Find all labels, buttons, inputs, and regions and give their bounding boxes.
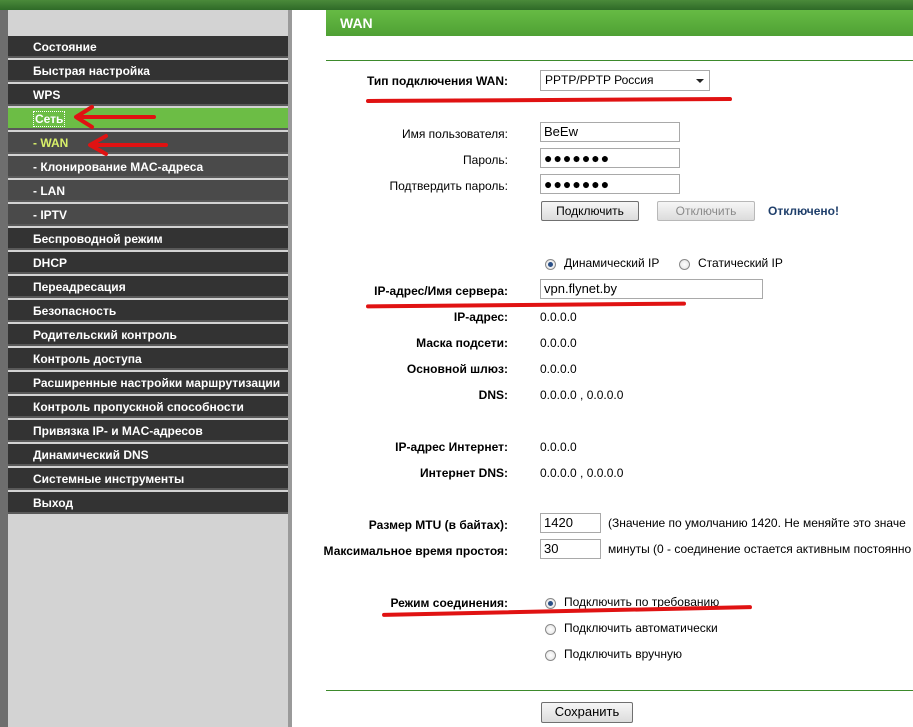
conn-type-label: Тип подключения WAN: [366,74,508,88]
sidebar-item-label: - LAN [33,184,65,198]
red-arrow-annotation-network [74,105,156,129]
sidebar-item-access-control[interactable]: Контроль доступа [8,348,288,370]
static-ip-label: Статический IP [698,256,783,270]
sidebar-item-label: Системные инструменты [33,472,185,486]
divider-bottom [326,690,913,691]
sidebar-item-system-tools[interactable]: Системные инструменты [8,468,288,490]
sidebar-item-wireless[interactable]: Беспроводной режим [8,228,288,250]
gateway-label: Основной шлюз: [406,362,508,376]
sidebar-item-label: Родительский контроль [33,328,177,342]
disconnect-button[interactable]: Отключить [657,201,755,221]
mtu-input[interactable]: 1420 [540,513,601,533]
internet-dns-value: 0.0.0.0 , 0.0.0.0 [540,466,624,480]
idle-time-input[interactable]: 30 [540,539,601,559]
sidebar-item-label: Контроль доступа [33,352,142,366]
internet-ip-label: IP-адрес Интернет: [395,440,508,454]
sidebar-item-parental-control[interactable]: Родительский контроль [8,324,288,346]
sidebar-item-security[interactable]: Безопасность [8,300,288,322]
chevron-down-icon [696,79,704,83]
page-title: WAN [326,10,913,36]
server-label: IP-адрес/Имя сервера: [374,284,508,298]
internet-ip-value: 0.0.0.0 [540,440,577,454]
sidebar-item-status[interactable]: Состояние [8,36,288,58]
confirm-password-input[interactable]: ●●●●●●● [540,174,680,194]
idle-time-label: Максимальное время простоя: [323,544,508,558]
sidebar-item-logout[interactable]: Выход [8,492,288,514]
password-input[interactable]: ●●●●●●● [540,148,680,168]
sidebar-item-quick-setup[interactable]: Быстрая настройка [8,60,288,82]
sidebar-item-label: Безопасность [33,304,117,318]
subnet-mask-label: Маска подсети: [416,336,508,350]
mode-auto-label: Подключить автоматически [564,621,718,635]
subnet-mask-value: 0.0.0.0 [540,336,577,350]
username-label: Имя пользователя: [401,127,508,141]
sidebar-item-iptv[interactable]: - IPTV [8,204,288,226]
sidebar-item-dynamic-dns[interactable]: Динамический DNS [8,444,288,466]
password-label: Пароль: [463,153,508,167]
left-edge [0,10,8,727]
mode-on-demand-radio[interactable] [545,598,556,609]
sidebar-item-label: DHCP [33,256,68,270]
sidebar-item-label: Расширенные настройки маршрутизации [33,376,281,390]
mode-manual-label: Подключить вручную [564,647,682,661]
internet-dns-label: Интернет DNS: [419,466,508,480]
static-ip-radio[interactable] [679,259,690,270]
connect-button[interactable]: Подключить [541,201,639,221]
connection-status: Отключено! [768,204,839,218]
sidebar-item-ip-mac-binding[interactable]: Привязка IP- и MAC-адресов [8,420,288,442]
confirm-password-label: Подтвердить пароль: [389,179,508,193]
dns-value: 0.0.0.0 , 0.0.0.0 [540,388,624,402]
sidebar-item-label: Беспроводной режим [33,232,163,246]
idle-time-hint: минуты (0 - соединение остается активным… [608,542,912,556]
mtu-label: Размер MTU (в байтах): [368,518,508,532]
sidebar-item-label: - IPTV [33,208,68,222]
sidebar-item-wps[interactable]: WPS [8,84,288,106]
divider-top [326,60,913,61]
sidebar-item-label: Переадресация [33,280,126,294]
gateway-value: 0.0.0.0 [540,362,577,376]
username-input[interactable]: BeEw [540,122,680,142]
ip-address-value: 0.0.0.0 [540,310,577,324]
sidebar-item-label: - WAN [33,136,69,150]
sidebar-item-advanced-routing[interactable]: Расширенные настройки маршрутизации [8,372,288,394]
sidebar-item-label: Быстрая настройка [33,64,150,78]
mode-auto-radio[interactable] [545,624,556,635]
sidebar-item-lan[interactable]: - LAN [8,180,288,202]
sidebar-item-label: Выход [33,496,74,510]
sidebar-item-label: Контроль пропускной способности [33,400,244,414]
connection-mode-label: Режим соединения: [390,596,508,610]
sidebar-item-label: WPS [33,88,61,102]
dynamic-ip-label: Динамический IP [564,256,660,270]
sidebar-item-dhcp[interactable]: DHCP [8,252,288,274]
server-input[interactable]: vpn.flynet.by [540,279,763,299]
sidebar-item-label: - Клонирование MAC-адреса [33,160,204,174]
dns-label: DNS: [478,388,508,402]
sidebar-item-label: Состояние [33,40,97,54]
sidebar-item-forwarding[interactable]: Переадресация [8,276,288,298]
sidebar-item-label: Сеть [33,111,66,127]
save-button[interactable]: Сохранить [541,702,633,723]
conn-type-select[interactable]: PPTP/PPTP Россия [540,70,710,91]
sidebar-item-bandwidth-control[interactable]: Контроль пропускной способности [8,396,288,418]
sidebar-item-mac-clone[interactable]: - Клонирование MAC-адреса [8,156,288,178]
mtu-hint: (Значение по умолчанию 1420. Не меняйте … [608,516,906,530]
top-banner-strip [0,0,913,10]
conn-type-value: PPTP/PPTP Россия [545,73,654,87]
dynamic-ip-radio[interactable] [545,259,556,270]
sidebar-item-label: Динамический DNS [33,448,149,462]
ip-address-label: IP-адрес: [453,310,508,324]
red-arrow-annotation-wan [88,134,168,156]
mode-manual-radio[interactable] [545,650,556,661]
sidebar-item-label: Привязка IP- и MAC-адресов [33,424,203,438]
